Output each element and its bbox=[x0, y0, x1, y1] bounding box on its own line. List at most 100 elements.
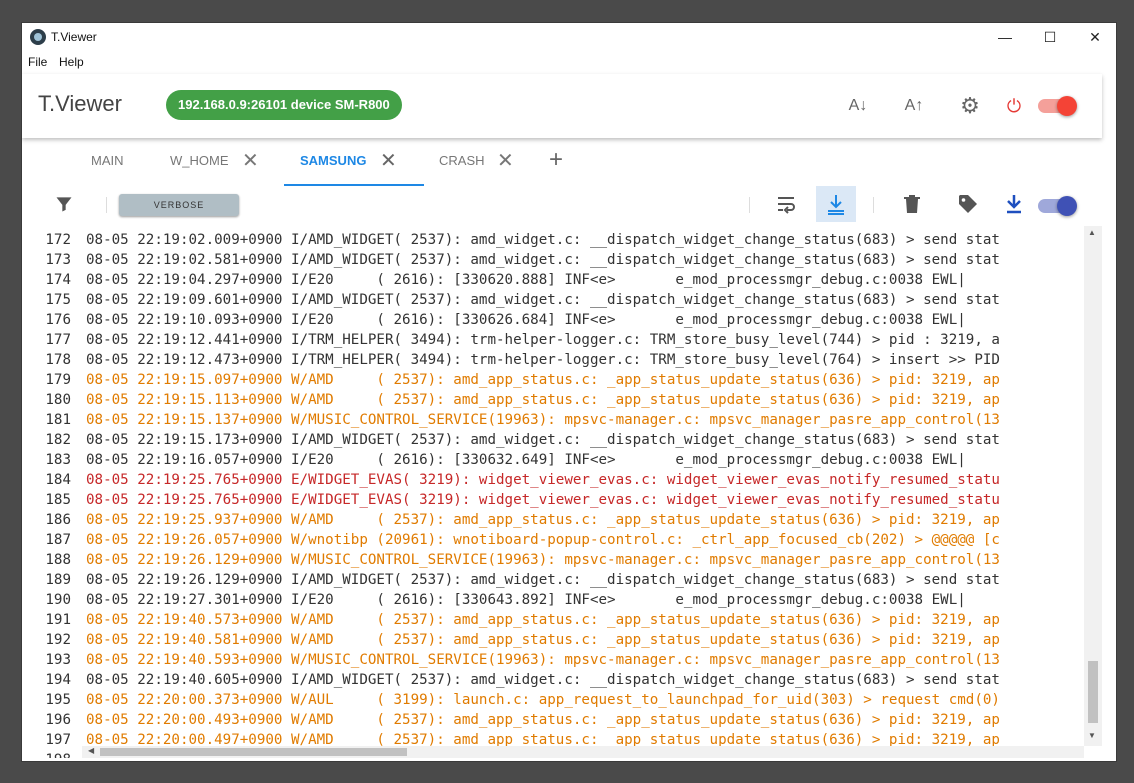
log-row[interactable]: 185 08-05 22:19:25.765+0900 E/WIDGET_EVAS… bbox=[22, 490, 1000, 510]
horizontal-scroll-thumb[interactable] bbox=[100, 748, 407, 756]
log-text: 08-05 22:19:09.601+0900 I/AMD_WIDGET( 25… bbox=[86, 292, 1000, 308]
log-text: 08-05 22:19:40.593+0900 W/MUSIC_CONTROL_… bbox=[86, 652, 1000, 668]
log-row[interactable]: 192 08-05 22:19:40.581+0900 W/AMD ( 2537)… bbox=[22, 630, 1000, 650]
log-row[interactable]: 198 bbox=[22, 750, 86, 758]
log-row[interactable]: 194 08-05 22:19:40.605+0900 I/AMD_WIDGET(… bbox=[22, 670, 1000, 690]
close-icon[interactable]: ✕ bbox=[242, 138, 259, 184]
log-row[interactable]: 176 08-05 22:19:10.093+0900 I/E20 ( 2616)… bbox=[22, 310, 966, 330]
line-number: 186 bbox=[45, 512, 71, 528]
line-number: 184 bbox=[45, 472, 71, 488]
log-row[interactable]: 186 08-05 22:19:25.937+0900 W/AMD ( 2537)… bbox=[22, 510, 1000, 530]
log-row[interactable]: 193 08-05 22:19:40.593+0900 W/MUSIC_CONTR… bbox=[22, 650, 1000, 670]
close-icon[interactable]: ✕ bbox=[497, 138, 514, 184]
log-row[interactable]: 191 08-05 22:19:40.573+0900 W/AMD ( 2537)… bbox=[22, 610, 1000, 630]
line-number: 175 bbox=[45, 292, 71, 308]
log-row[interactable]: 172 08-05 22:19:02.009+0900 I/AMD_WIDGET(… bbox=[22, 230, 1000, 250]
log-text: 08-05 22:19:26.129+0900 I/AMD_WIDGET( 25… bbox=[86, 572, 1000, 588]
log-level-button[interactable]: VERBOSE bbox=[119, 194, 239, 216]
line-number: 188 bbox=[45, 552, 71, 568]
brand-title: T.Viewer bbox=[38, 91, 122, 116]
power-icon[interactable]: ⏻ bbox=[1002, 94, 1026, 118]
toggle-knob bbox=[1057, 196, 1077, 216]
title-bar: T.Viewer — ☐ ✕ bbox=[22, 23, 1116, 51]
app-window: T.Viewer — ☐ ✕ File Help T.Viewer 192.16… bbox=[21, 22, 1117, 762]
app-logo-icon bbox=[30, 29, 46, 45]
download-icon[interactable] bbox=[1002, 192, 1026, 216]
log-row[interactable]: 180 08-05 22:19:15.113+0900 W/AMD ( 2537)… bbox=[22, 390, 1000, 410]
follow-toggle[interactable] bbox=[1038, 196, 1077, 216]
line-number: 194 bbox=[45, 672, 71, 688]
log-row[interactable]: 181 08-05 22:19:15.137+0900 W/MUSIC_CONTR… bbox=[22, 410, 1000, 430]
log-text: 08-05 22:19:25.765+0900 E/WIDGET_EVAS( 3… bbox=[86, 492, 1000, 508]
line-number: 198 bbox=[22, 750, 71, 758]
scroll-to-bottom-icon[interactable] bbox=[824, 192, 848, 216]
log-text: 08-05 22:19:02.009+0900 I/AMD_WIDGET( 25… bbox=[86, 232, 1000, 248]
log-row[interactable]: 187 08-05 22:19:26.057+0900 W/wnotibp (20… bbox=[22, 530, 1000, 550]
divider bbox=[106, 197, 107, 213]
log-row[interactable]: 175 08-05 22:19:09.601+0900 I/AMD_WIDGET(… bbox=[22, 290, 1000, 310]
filter-icon[interactable] bbox=[54, 194, 74, 214]
horizontal-scrollbar[interactable]: ◀ bbox=[82, 746, 1084, 758]
minimize-button[interactable]: — bbox=[982, 23, 1028, 51]
line-number: 177 bbox=[45, 332, 71, 348]
tab-main[interactable]: MAIN bbox=[91, 138, 124, 186]
log-text: 08-05 22:19:25.937+0900 W/AMD ( 2537): a… bbox=[86, 512, 1000, 528]
gear-icon[interactable]: ⚙ bbox=[958, 94, 982, 118]
font-increase-icon[interactable]: A↑ bbox=[902, 94, 926, 118]
line-number: 182 bbox=[45, 432, 71, 448]
log-row[interactable]: 190 08-05 22:19:27.301+0900 I/E20 ( 2616)… bbox=[22, 590, 965, 610]
window-title: T.Viewer bbox=[51, 30, 97, 44]
close-window-button[interactable]: ✕ bbox=[1072, 23, 1116, 51]
trash-icon[interactable] bbox=[900, 192, 924, 216]
line-number: 180 bbox=[45, 392, 71, 408]
line-number: 193 bbox=[45, 652, 71, 668]
log-text: 08-05 22:19:04.297+0900 I/E20 ( 2616): [… bbox=[86, 272, 966, 288]
vertical-scroll-thumb[interactable] bbox=[1088, 661, 1098, 723]
log-text: 08-05 22:19:10.093+0900 I/E20 ( 2616): [… bbox=[86, 312, 966, 328]
log-row[interactable]: 195 08-05 22:20:00.373+0900 W/AUL ( 3199)… bbox=[22, 690, 1000, 710]
log-row[interactable]: 184 08-05 22:19:25.765+0900 E/WIDGET_EVAS… bbox=[22, 470, 1000, 490]
menu-file[interactable]: File bbox=[28, 55, 47, 69]
log-row[interactable]: 182 08-05 22:19:15.173+0900 I/AMD_WIDGET(… bbox=[22, 430, 1000, 450]
font-decrease-icon[interactable]: A↓ bbox=[846, 94, 870, 118]
wrap-text-icon[interactable] bbox=[774, 192, 798, 216]
log-row[interactable]: 173 08-05 22:19:02.581+0900 I/AMD_WIDGET(… bbox=[22, 250, 1000, 270]
line-number: 190 bbox=[45, 592, 71, 608]
vertical-scrollbar[interactable]: ▲ ▼ bbox=[1084, 226, 1102, 746]
log-row[interactable]: 183 08-05 22:19:16.057+0900 I/E20 ( 2616)… bbox=[22, 450, 965, 470]
line-number: 179 bbox=[45, 372, 71, 388]
log-row[interactable]: 174 08-05 22:19:04.297+0900 I/E20 ( 2616)… bbox=[22, 270, 966, 290]
tab-label: SAMSUNG bbox=[300, 153, 367, 168]
log-row[interactable]: 188 08-05 22:19:26.129+0900 W/MUSIC_CONTR… bbox=[22, 550, 1000, 570]
log-text: 08-05 22:19:26.129+0900 W/MUSIC_CONTROL_… bbox=[86, 552, 1000, 568]
log-row[interactable]: 177 08-05 22:19:12.441+0900 I/TRM_HELPER(… bbox=[22, 330, 1000, 350]
device-badge[interactable]: 192.168.0.9:26101 device SM-R800 bbox=[166, 90, 402, 120]
tab-w-home[interactable]: W_HOME ✕ bbox=[170, 138, 259, 186]
log-text: 08-05 22:19:12.473+0900 I/TRM_HELPER( 34… bbox=[86, 352, 1000, 368]
log-list[interactable]: 172 08-05 22:19:02.009+0900 I/AMD_WIDGET(… bbox=[22, 226, 1084, 758]
log-row[interactable]: 179 08-05 22:19:15.097+0900 W/AMD ( 2537)… bbox=[22, 370, 1000, 390]
add-tab-icon[interactable]: + bbox=[549, 138, 563, 186]
toggle-knob bbox=[1057, 96, 1077, 116]
log-text: 08-05 22:19:25.765+0900 E/WIDGET_EVAS( 3… bbox=[86, 472, 1000, 488]
scroll-down-icon[interactable]: ▼ bbox=[1088, 731, 1096, 740]
tag-icon[interactable] bbox=[956, 192, 980, 216]
log-text: 08-05 22:19:15.137+0900 W/MUSIC_CONTROL_… bbox=[86, 412, 1000, 428]
log-text: 08-05 22:19:12.441+0900 I/TRM_HELPER( 34… bbox=[86, 332, 1000, 348]
close-icon[interactable]: ✕ bbox=[380, 138, 397, 184]
line-number: 185 bbox=[45, 492, 71, 508]
log-text: 08-05 22:19:15.113+0900 W/AMD ( 2537): a… bbox=[86, 392, 1000, 408]
log-row[interactable]: 189 08-05 22:19:26.129+0900 I/AMD_WIDGET(… bbox=[22, 570, 1000, 590]
scroll-up-icon[interactable]: ▲ bbox=[1088, 228, 1096, 237]
tab-samsung[interactable]: SAMSUNG ✕ bbox=[284, 138, 424, 186]
connection-toggle[interactable] bbox=[1038, 96, 1077, 116]
menu-help[interactable]: Help bbox=[59, 55, 84, 69]
scroll-left-icon[interactable]: ◀ bbox=[88, 746, 94, 755]
maximize-button[interactable]: ☐ bbox=[1027, 23, 1073, 51]
log-row[interactable]: 196 08-05 22:20:00.493+0900 W/AMD ( 2537)… bbox=[22, 710, 1000, 730]
line-number: 183 bbox=[45, 452, 71, 468]
log-text: 08-05 22:19:40.605+0900 I/AMD_WIDGET( 25… bbox=[86, 672, 1000, 688]
log-row[interactable]: 178 08-05 22:19:12.473+0900 I/TRM_HELPER(… bbox=[22, 350, 1000, 370]
app-header: T.Viewer 192.168.0.9:26101 device SM-R80… bbox=[22, 74, 1102, 138]
tab-crash[interactable]: CRASH ✕ bbox=[439, 138, 514, 186]
